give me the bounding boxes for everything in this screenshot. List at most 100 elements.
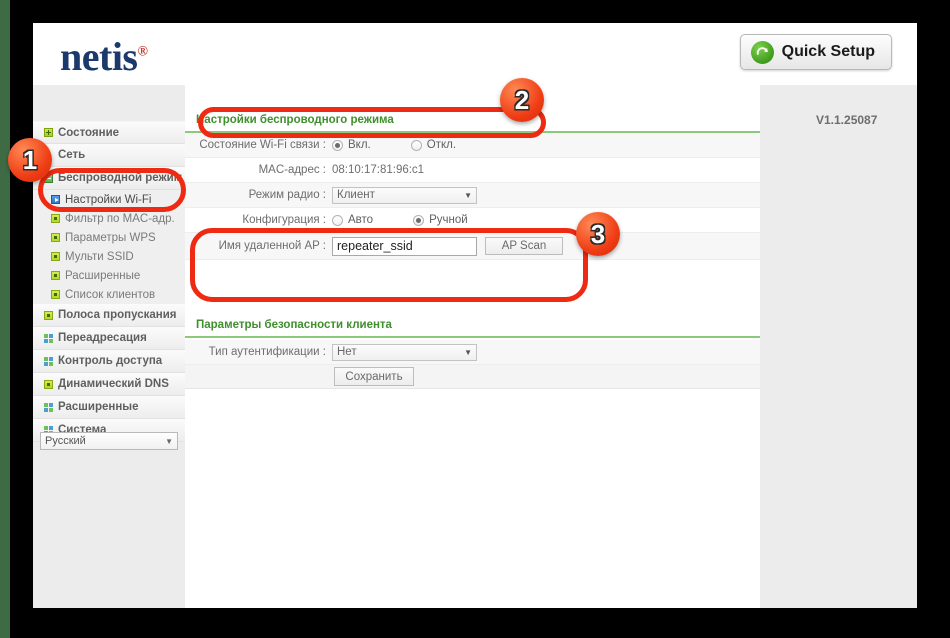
- dot-box-icon: [44, 379, 53, 389]
- sidebar-subitem-label: Мульти SSID: [65, 250, 134, 263]
- section-title-text: Параметры безопасности клиента: [196, 319, 392, 331]
- row-mac-address: MAC-адрес : 08:10:17:81:96:c1: [185, 158, 760, 183]
- sidebar-subitem-label: Расширенные: [65, 269, 141, 282]
- chevron-down-icon: ▼: [165, 436, 173, 446]
- dot-box-icon: [44, 310, 53, 320]
- mac-address-label: MAC-адрес :: [258, 164, 326, 176]
- row-radio-mode: Режим радио : Клиент ▼: [185, 183, 760, 208]
- sidebar-item-label: Состояние: [58, 126, 120, 139]
- sidebar-subitem-multi-ssid[interactable]: Мульти SSID: [33, 247, 185, 266]
- sidebar-subitem-wifi-settings[interactable]: Настройки Wi-Fi: [33, 190, 185, 209]
- green-edge-decoration: [0, 0, 10, 638]
- configuration-auto-label: Авто: [348, 214, 374, 226]
- remote-ap-input[interactable]: [332, 236, 477, 256]
- grid-box-icon: [44, 402, 53, 412]
- sidebar-item-label: Расширенные: [58, 401, 139, 413]
- sidebar-item-network[interactable]: Сеть: [33, 144, 185, 167]
- row-auth-type: Тип аутентификации : Нет ▼: [185, 340, 760, 365]
- configuration-auto-option[interactable]: Авто: [332, 214, 373, 226]
- sidebar-item-wireless[interactable]: Беспроводной режим: [33, 167, 185, 190]
- sidebar-subitem-advanced[interactable]: Расширенные: [33, 266, 185, 285]
- plus-box-icon: [44, 128, 53, 137]
- configuration-manual-label: Ручной: [429, 214, 468, 226]
- radio-on-icon[interactable]: [413, 214, 425, 226]
- sidebar-item-forwarding[interactable]: Переадресация: [33, 327, 185, 350]
- auth-type-select[interactable]: Нет ▼: [332, 343, 477, 361]
- quick-setup-button[interactable]: Quick Setup: [739, 34, 892, 70]
- sidebar-item-label: Полоса пропускания: [58, 309, 177, 321]
- radio-mode-selected-value: Клиент: [337, 189, 375, 201]
- logo-text: netis: [60, 34, 138, 79]
- sidebar-item-bandwidth[interactable]: Полоса пропускания: [33, 304, 185, 327]
- minus-box-icon: [44, 173, 53, 183]
- section-title-text: Настройки беспроводного режима: [196, 114, 394, 126]
- radio-mode-select[interactable]: Клиент ▼: [332, 186, 477, 204]
- sidebar-subitem-client-list[interactable]: Список клиентов: [33, 285, 185, 304]
- wifi-state-off-option[interactable]: Откл.: [410, 139, 456, 151]
- sidebar-subitem-label: Настройки Wi-Fi: [65, 193, 152, 206]
- auth-type-selected-value: Нет: [337, 346, 357, 358]
- remote-ap-value: AP Scan: [332, 236, 563, 256]
- sidebar-subitem-label: Список клиентов: [65, 288, 156, 301]
- sidebar-item-label: Контроль доступа: [58, 355, 163, 367]
- language-value: Русский: [45, 435, 86, 447]
- sidebar-nav: Состояние Сеть Беспроводной режим Настро…: [33, 85, 186, 608]
- row-save: Сохранить: [185, 365, 760, 389]
- grid-box-icon: [44, 333, 53, 343]
- screenshot-frame: netis® Quick Setup Состояние Сеть Беспро…: [0, 0, 950, 638]
- sidebar-subitem-label: Фильтр по MAC-адр.: [65, 212, 175, 225]
- wifi-state-value: Вкл. Откл.: [332, 139, 496, 151]
- sidebar-subitem-label: Параметры WPS: [65, 231, 156, 244]
- dot-box-icon: [51, 290, 60, 299]
- sidebar-item-label: Сеть: [58, 149, 86, 161]
- row-configuration: Конфигурация : Авто Ручной: [185, 208, 760, 233]
- auth-type-label: Тип аутентификации :: [208, 346, 326, 358]
- sidebar-subitem-wps[interactable]: Параметры WPS: [33, 228, 185, 247]
- wifi-state-on-label: Вкл.: [348, 139, 371, 151]
- grid-box-icon: [44, 356, 53, 366]
- sidebar-subitem-mac-filter[interactable]: Фильтр по MAC-адр.: [33, 209, 185, 228]
- row-remote-ap: Имя удаленной AP : AP Scan: [185, 233, 760, 260]
- sidebar-item-access-control[interactable]: Контроль доступа: [33, 350, 185, 373]
- refresh-arrow-icon: [750, 40, 774, 64]
- configuration-value: Авто Ручной: [332, 214, 508, 226]
- auth-type-value: Нет ▼: [332, 343, 477, 361]
- arrow-box-icon: [51, 195, 60, 204]
- row-wifi-state: Состояние Wi-Fi связи : Вкл. Откл.: [185, 133, 760, 158]
- section-title-wireless-settings: Настройки беспроводного режима: [185, 110, 760, 133]
- registered-mark-icon: ®: [137, 44, 148, 60]
- dot-box-icon: [51, 214, 60, 223]
- sidebar-item-ddns[interactable]: Динамический DNS: [33, 373, 185, 396]
- chevron-down-icon: ▼: [464, 347, 472, 357]
- sidebar-item-label: Беспроводной режим: [58, 172, 183, 184]
- sidebar-item-label: Переадресация: [58, 332, 147, 344]
- wifi-state-label: Состояние Wi-Fi связи :: [199, 139, 326, 151]
- version-panel: V1.1.25087: [760, 85, 917, 608]
- mac-address-value: 08:10:17:81:96:c1: [332, 164, 425, 176]
- radio-mode-value: Клиент ▼: [332, 186, 477, 204]
- sidebar-menu: Состояние Сеть Беспроводной режим Настро…: [33, 121, 185, 442]
- language-select[interactable]: Русский ▼: [40, 432, 178, 450]
- dot-box-icon: [51, 233, 60, 242]
- section-title-client-security: Параметры безопасности клиента: [185, 315, 760, 338]
- chevron-down-icon: ▼: [464, 190, 472, 200]
- dot-box-icon: [51, 252, 60, 261]
- radio-on-icon[interactable]: [332, 139, 343, 151]
- netis-logo: netis®: [60, 33, 148, 80]
- quick-setup-label: Quick Setup: [781, 43, 875, 60]
- configuration-label: Конфигурация :: [242, 214, 326, 226]
- radio-off-icon[interactable]: [332, 214, 343, 226]
- configuration-manual-option[interactable]: Ручной: [413, 214, 468, 226]
- page-header: netis® Quick Setup: [33, 23, 917, 85]
- sidebar-item-status[interactable]: Состояние: [33, 121, 185, 144]
- dot-box-icon: [51, 271, 60, 280]
- wifi-state-on-option[interactable]: Вкл.: [332, 139, 371, 151]
- ap-scan-button[interactable]: AP Scan: [485, 237, 563, 255]
- router-admin-page: netis® Quick Setup Состояние Сеть Беспро…: [33, 23, 917, 608]
- firmware-version-text: V1.1.25087: [816, 113, 878, 127]
- radio-mode-label: Режим радио :: [248, 189, 326, 201]
- save-button[interactable]: Сохранить: [334, 367, 414, 386]
- sidebar-item-advanced[interactable]: Расширенные: [33, 396, 185, 419]
- main-content: Настройки беспроводного режима Состояние…: [185, 85, 760, 608]
- radio-off-icon[interactable]: [410, 139, 422, 151]
